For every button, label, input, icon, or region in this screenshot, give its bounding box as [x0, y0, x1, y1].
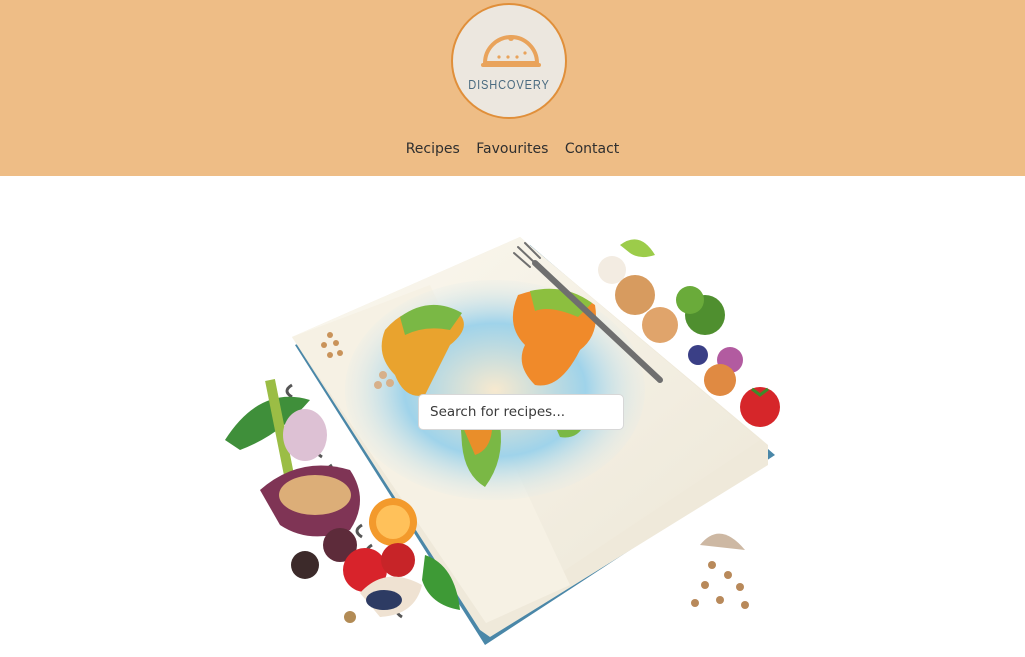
nav-link-recipes[interactable]: Recipes — [406, 141, 460, 157]
hero-illustration — [225, 237, 780, 645]
main-nav: Recipes Favourites Contact — [0, 141, 1025, 157]
logo-wordmark: DISHCOVERY — [468, 77, 550, 92]
nav-link-contact[interactable]: Contact — [565, 141, 619, 157]
tomato-right — [740, 387, 780, 427]
garlic — [283, 409, 327, 461]
site-header: DISHCOVERY Recipes Favourites Contact — [0, 0, 1025, 176]
cloche-icon — [481, 35, 541, 67]
egg — [598, 256, 626, 284]
nav-link-favourites[interactable]: Favourites — [476, 141, 548, 157]
spice-bowl — [279, 475, 351, 515]
recipe-search-input[interactable] — [418, 394, 624, 430]
dishcovery-logo[interactable]: DISHCOVERY — [451, 3, 567, 119]
onion — [615, 275, 655, 315]
